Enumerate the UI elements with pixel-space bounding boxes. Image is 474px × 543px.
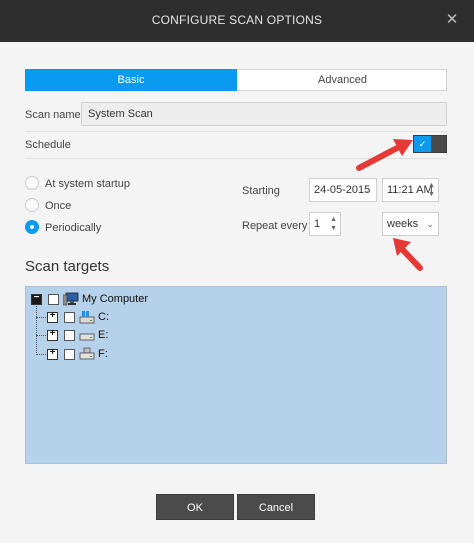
stepper-icon[interactable]: ▲ ▼ (329, 215, 338, 233)
radio-once[interactable] (25, 198, 39, 212)
repeat-label: Repeat every (242, 220, 308, 232)
close-icon[interactable]: ✕ (442, 10, 462, 30)
chevron-down-icon: ⌄ (364, 185, 372, 195)
repeat-unit-value: weeks (387, 218, 419, 230)
computer-icon (62, 292, 79, 306)
ok-button[interactable]: OK (156, 494, 234, 520)
tab-advanced[interactable]: Advanced (237, 69, 448, 91)
window-title: CONFIGURE SCAN OPTIONS (151, 13, 323, 27)
chevron-down-icon: ⌄ (426, 219, 434, 229)
expand-icon[interactable]: + (47, 328, 58, 341)
expand-icon[interactable]: + (47, 347, 58, 360)
radio-label-at-system-startup: At system startup (45, 178, 130, 190)
scan-targets-title: Scan targets (25, 258, 110, 275)
tree-connector (36, 303, 37, 355)
checkbox[interactable] (64, 311, 75, 323)
checkbox[interactable] (64, 329, 75, 341)
tab-basic[interactable]: Basic (25, 69, 237, 91)
scan-name-input[interactable]: System Scan (81, 102, 447, 126)
start-date-picker[interactable]: 24-05-2015 ⌄ (309, 178, 377, 202)
schedule-toggle[interactable]: ✓ (413, 135, 447, 153)
tree-item-label: My Computer (82, 293, 149, 305)
collapse-icon[interactable]: − (31, 292, 42, 305)
cancel-button[interactable]: Cancel (237, 494, 315, 520)
title-bar: CONFIGURE SCAN OPTIONS ✕ (0, 0, 474, 42)
start-date-value: 24-05-2015 (314, 184, 371, 196)
usb-drive-icon (79, 347, 95, 361)
tree-item-label: C: (98, 311, 109, 323)
start-time-picker[interactable]: 11:21 AM ▲ ▼ (382, 178, 439, 202)
schedule-label: Schedule (25, 139, 71, 151)
drive-icon (79, 328, 95, 342)
repeat-number-stepper[interactable]: 1 ▲ ▼ (309, 212, 341, 236)
checkbox[interactable] (64, 348, 75, 360)
starting-label: Starting (242, 185, 280, 197)
radio-at-system-startup[interactable] (25, 176, 39, 190)
repeat-value: 1 (314, 218, 321, 230)
tab-bar: Basic Advanced (25, 69, 447, 91)
repeat-unit-select[interactable]: weeks ⌄ (382, 212, 439, 236)
radio-label-periodically: Periodically (45, 222, 102, 234)
tree-item-drive-f[interactable]: + F: (47, 346, 108, 362)
scan-name-label: Scan name: (25, 109, 84, 121)
scan-targets-tree[interactable]: − My Computer + C: + E: + F: (25, 286, 447, 464)
system-drive-icon (79, 310, 95, 324)
time-spinner-icon[interactable]: ▲ ▼ (427, 181, 436, 199)
radio-periodically[interactable] (25, 220, 39, 234)
annotation-arrow-icon (356, 139, 413, 171)
annotation-arrow-icon (393, 238, 423, 271)
tree-item-my-computer[interactable]: − My Computer (31, 291, 148, 307)
tree-item-label: F: (98, 348, 108, 360)
tree-item-drive-e[interactable]: + E: (47, 327, 108, 343)
checkbox[interactable] (48, 293, 59, 305)
expand-icon[interactable]: + (47, 310, 58, 323)
tree-item-label: E: (98, 329, 109, 341)
divider (25, 131, 447, 132)
radio-label-once: Once (45, 200, 72, 212)
start-time-value: 11:21 AM (387, 184, 433, 196)
tree-item-drive-c[interactable]: + C: (47, 309, 109, 325)
